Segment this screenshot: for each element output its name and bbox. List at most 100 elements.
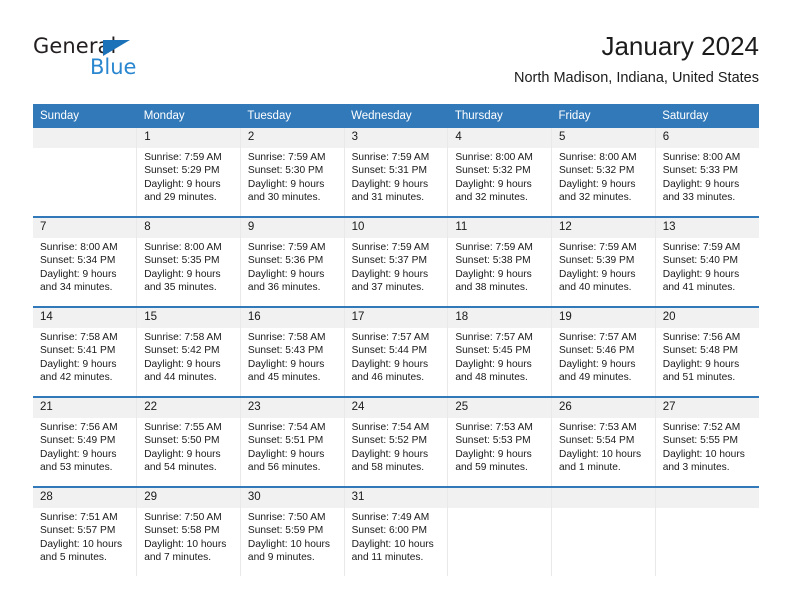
calendar-day-cell[interactable]: 8 Sunrise: 8:00 AM Sunset: 5:35 PM Daylight…: [136, 216, 241, 307]
day-details: Sunrise: 7:50 AM Sunset: 5:59 PM Daylight:…: [241, 508, 344, 565]
daylight-line-1: Daylight: 10 hours: [559, 448, 642, 460]
daylight-line-1: Daylight: 9 hours: [247, 178, 325, 190]
day-details: Sunrise: 7:57 AM Sunset: 5:44 PM Daylight:…: [345, 328, 448, 385]
day-details: Sunrise: 7:58 AM Sunset: 5:43 PM Daylight:…: [241, 328, 344, 385]
day-cell-inner: 27 Sunrise: 7:52 AM Sunset: 5:55 PM Dayligh…: [655, 398, 759, 486]
daylight-line-1: Daylight: 9 hours: [144, 178, 221, 190]
daylight-line-2: and 30 minutes.: [247, 192, 321, 204]
calendar-day-cell[interactable]: 4 Sunrise: 8:00 AM Sunset: 5:32 PM Daylight…: [447, 128, 552, 217]
calendar-day-cell[interactable]: 26 Sunrise: 7:53 AM Sunset: 5:54 PM Dayligh…: [551, 396, 656, 487]
sunrise-line: Sunrise: 7:49 AM: [351, 512, 430, 523]
daylight-line-1: Daylight: 9 hours: [351, 358, 429, 370]
day-number: 10: [344, 218, 448, 238]
sunset-line: Sunset: 5:45 PM: [455, 345, 531, 357]
day-cell-inner: 29 Sunrise: 7:50 AM Sunset: 5:58 PM Dayligh…: [137, 488, 240, 576]
calendar-day-cell[interactable]: 29 Sunrise: 7:50 AM Sunset: 5:58 PM Dayligh…: [136, 486, 241, 576]
daylight-line-1: Daylight: 9 hours: [40, 448, 117, 460]
calendar-day-cell[interactable]: 11 Sunrise: 7:59 AM Sunset: 5:38 PM Dayligh…: [447, 216, 552, 307]
day-cell-inner: 10 Sunrise: 7:59 AM Sunset: 5:37 PM Dayligh…: [344, 218, 448, 306]
logo-triangle-icon: [103, 40, 130, 56]
daylight-line-2: and 40 minutes.: [559, 282, 632, 294]
daylight-line-2: and 3 minutes.: [662, 462, 730, 474]
sunset-line: Sunset: 5:48 PM: [662, 345, 739, 357]
day-number: 4: [448, 128, 552, 148]
day-cell-inner: 19 Sunrise: 7:57 AM Sunset: 5:46 PM Dayligh…: [552, 308, 655, 396]
sunset-line: Sunset: 5:31 PM: [351, 165, 427, 177]
sunrise-line: Sunrise: 8:00 AM: [662, 152, 741, 163]
daylight-line-2: and 31 minutes.: [351, 192, 425, 204]
calendar-day-cell[interactable]: 1 Sunrise: 7:59 AM Sunset: 5:29 PM Daylight…: [136, 128, 241, 217]
weekday-header-sunday: Sunday: [33, 104, 137, 128]
calendar-day-cell[interactable]: 20 Sunrise: 7:56 AM Sunset: 5:48 PM Dayligh…: [654, 306, 759, 397]
calendar-day-cell[interactable]: 9 Sunrise: 7:59 AM Sunset: 5:36 PM Daylight…: [239, 216, 345, 307]
day-cell-inner: [552, 488, 655, 576]
calendar-day-cell[interactable]: 23 Sunrise: 7:54 AM Sunset: 5:51 PM Dayligh…: [239, 396, 345, 487]
day-cell-inner: 9 Sunrise: 7:59 AM Sunset: 5:36 PM Daylight…: [240, 218, 344, 306]
day-cell-inner: 30 Sunrise: 7:50 AM Sunset: 5:59 PM Dayligh…: [240, 488, 344, 576]
day-details: Sunrise: 7:59 AM Sunset: 5:36 PM Daylight:…: [241, 238, 344, 295]
sunrise-line: Sunrise: 8:00 AM: [455, 152, 533, 163]
day-number: 20: [655, 308, 759, 328]
daylight-line-1: Daylight: 9 hours: [144, 268, 221, 280]
day-details: Sunrise: 7:55 AM Sunset: 5:50 PM Daylight:…: [137, 418, 240, 475]
daylight-line-2: and 32 minutes.: [559, 192, 632, 204]
day-details: Sunrise: 7:59 AM Sunset: 5:40 PM Daylight:…: [656, 238, 759, 295]
daylight-line-1: Daylight: 10 hours: [351, 538, 434, 550]
sunset-line: Sunset: 5:51 PM: [247, 435, 324, 447]
calendar-day-cell[interactable]: 19 Sunrise: 7:57 AM Sunset: 5:46 PM Dayligh…: [551, 306, 656, 397]
day-cell-inner: 8 Sunrise: 8:00 AM Sunset: 5:35 PM Daylight…: [137, 218, 240, 306]
sunset-line: Sunset: 5:36 PM: [247, 255, 324, 267]
calendar-day-cell[interactable]: 3 Sunrise: 7:59 AM Sunset: 5:31 PM Daylight…: [343, 128, 448, 217]
calendar-day-cell[interactable]: 28 Sunrise: 7:51 AM Sunset: 5:57 PM Dayligh…: [33, 486, 137, 576]
calendar-day-cell[interactable]: 24 Sunrise: 7:54 AM Sunset: 5:52 PM Dayligh…: [343, 396, 448, 487]
calendar-day-cell[interactable]: 5 Sunrise: 8:00 AM Sunset: 5:32 PM Daylight…: [551, 128, 656, 217]
calendar-day-cell[interactable]: 10 Sunrise: 7:59 AM Sunset: 5:37 PM Dayligh…: [343, 216, 448, 307]
day-details: Sunrise: 7:58 AM Sunset: 5:41 PM Daylight:…: [33, 328, 136, 385]
sunset-line: Sunset: 5:34 PM: [40, 255, 116, 267]
calendar-day-cell[interactable]: 16 Sunrise: 7:58 AM Sunset: 5:43 PM Dayligh…: [239, 306, 345, 397]
day-cell-inner: 2 Sunrise: 7:59 AM Sunset: 5:30 PM Daylight…: [240, 128, 344, 216]
day-details: [448, 508, 551, 511]
daylight-line-2: and 48 minutes.: [455, 372, 528, 384]
calendar-day-cell[interactable]: 17 Sunrise: 7:57 AM Sunset: 5:44 PM Dayligh…: [343, 306, 448, 397]
calendar-day-cell[interactable]: 15 Sunrise: 7:58 AM Sunset: 5:42 PM Dayligh…: [136, 306, 241, 397]
calendar-day-cell[interactable]: 2 Sunrise: 7:59 AM Sunset: 5:30 PM Daylight…: [239, 128, 345, 217]
calendar-day-cell[interactable]: 30 Sunrise: 7:50 AM Sunset: 5:59 PM Dayligh…: [239, 486, 345, 576]
page-title: January 2024: [601, 31, 759, 61]
day-number: 29: [137, 488, 240, 508]
day-details: Sunrise: 7:50 AM Sunset: 5:58 PM Daylight:…: [137, 508, 240, 565]
calendar-day-cell[interactable]: 7 Sunrise: 8:00 AM Sunset: 5:34 PM Daylight…: [33, 216, 137, 307]
sunrise-line: Sunrise: 7:57 AM: [455, 332, 533, 343]
calendar-day-cell[interactable]: 12 Sunrise: 7:59 AM Sunset: 5:39 PM Dayligh…: [551, 216, 656, 307]
calendar-day-cell[interactable]: 27 Sunrise: 7:52 AM Sunset: 5:55 PM Dayligh…: [654, 396, 759, 487]
general-blue-logo: General Blue: [33, 34, 233, 90]
calendar-day-cell[interactable]: 18 Sunrise: 7:57 AM Sunset: 5:45 PM Dayligh…: [447, 306, 552, 397]
calendar-week-row: 21 Sunrise: 7:56 AM Sunset: 5:49 PM Dayligh…: [33, 396, 759, 487]
calendar-day-cell[interactable]: 25 Sunrise: 7:53 AM Sunset: 5:53 PM Dayligh…: [447, 396, 552, 487]
daylight-line-2: and 1 minute.: [559, 462, 621, 474]
daylight-line-1: Daylight: 9 hours: [351, 178, 429, 190]
day-cell-inner: 16 Sunrise: 7:58 AM Sunset: 5:43 PM Dayligh…: [240, 308, 344, 396]
day-number: 11: [448, 218, 552, 238]
calendar-day-cell[interactable]: 6 Sunrise: 8:00 AM Sunset: 5:33 PM Daylight…: [654, 128, 759, 217]
calendar-page: General Blue January 2024 North Madison,…: [0, 0, 792, 612]
calendar-day-cell[interactable]: 22 Sunrise: 7:55 AM Sunset: 5:50 PM Dayligh…: [136, 396, 241, 487]
daylight-line-1: Daylight: 9 hours: [247, 448, 325, 460]
daylight-line-1: Daylight: 9 hours: [662, 268, 740, 280]
day-number: [655, 488, 759, 508]
day-number: 26: [552, 398, 655, 418]
calendar-body: 1 Sunrise: 7:59 AM Sunset: 5:29 PM Daylight…: [33, 128, 759, 576]
daylight-line-1: Daylight: 9 hours: [455, 358, 532, 370]
daylight-line-2: and 38 minutes.: [455, 282, 528, 294]
sunset-line: Sunset: 5:32 PM: [559, 165, 635, 177]
day-details: Sunrise: 8:00 AM Sunset: 5:32 PM Daylight:…: [448, 148, 551, 205]
calendar-day-cell[interactable]: 31 Sunrise: 7:49 AM Sunset: 6:00 PM Dayligh…: [343, 486, 448, 576]
sunrise-line: Sunrise: 7:58 AM: [144, 332, 222, 343]
calendar-day-cell[interactable]: 14 Sunrise: 7:58 AM Sunset: 5:41 PM Dayligh…: [33, 306, 137, 397]
calendar-day-cell[interactable]: 13 Sunrise: 7:59 AM Sunset: 5:40 PM Dayligh…: [654, 216, 759, 307]
calendar-day-cell[interactable]: 21 Sunrise: 7:56 AM Sunset: 5:49 PM Dayligh…: [33, 396, 137, 487]
calendar-empty-cell: [33, 128, 137, 217]
sunrise-line: Sunrise: 7:54 AM: [247, 422, 326, 433]
daylight-line-2: and 49 minutes.: [559, 372, 632, 384]
sunset-line: Sunset: 5:59 PM: [247, 525, 324, 537]
